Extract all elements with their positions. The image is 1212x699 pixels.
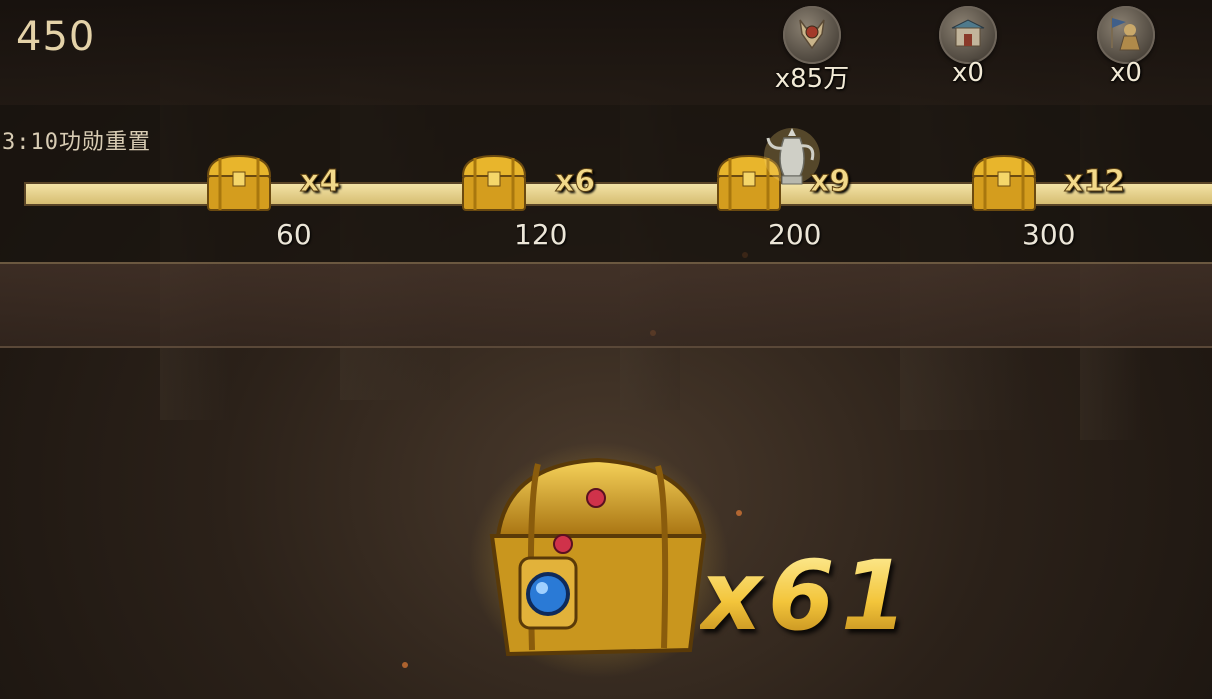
reward-multiplier: x61	[700, 540, 914, 652]
resource-count: x0	[952, 58, 984, 88]
milestone-points: 200	[768, 218, 822, 251]
resource-count: x0	[1110, 58, 1142, 88]
milestone-points: 300	[1022, 218, 1076, 251]
milestone-multiplier: x9	[809, 164, 851, 200]
milestone-multiplier: x4	[299, 164, 341, 200]
helmet-armor-icon	[783, 6, 841, 64]
milestone-multiplier: x6	[554, 164, 596, 200]
treasure-chest-icon[interactable]	[965, 150, 1043, 216]
score-value: 450	[16, 14, 96, 60]
treasure-chest-icon[interactable]	[200, 150, 278, 216]
resource-general[interactable]: x0	[1086, 6, 1166, 92]
resource-palace[interactable]: x0	[928, 6, 1008, 92]
treasure-chest-icon[interactable]	[455, 150, 533, 216]
general-banner-icon	[1097, 6, 1155, 64]
palace-gate-icon	[939, 6, 997, 64]
resource-helmet[interactable]: x85万	[772, 6, 852, 94]
milestone-multiplier: x12	[1063, 164, 1126, 200]
ember-particle	[402, 662, 408, 668]
milestone-points: 120	[514, 218, 568, 251]
reset-timer-text: 3:10功勋重置	[2, 130, 151, 155]
jeweled-treasure-chest-icon[interactable]	[468, 440, 730, 680]
top-bar: 450 x85万 x0 x0	[0, 0, 1212, 105]
ember-particle	[736, 510, 742, 516]
divider-band	[0, 264, 1212, 348]
resource-count: x85万	[774, 64, 850, 94]
milestone-points: 60	[276, 218, 312, 251]
